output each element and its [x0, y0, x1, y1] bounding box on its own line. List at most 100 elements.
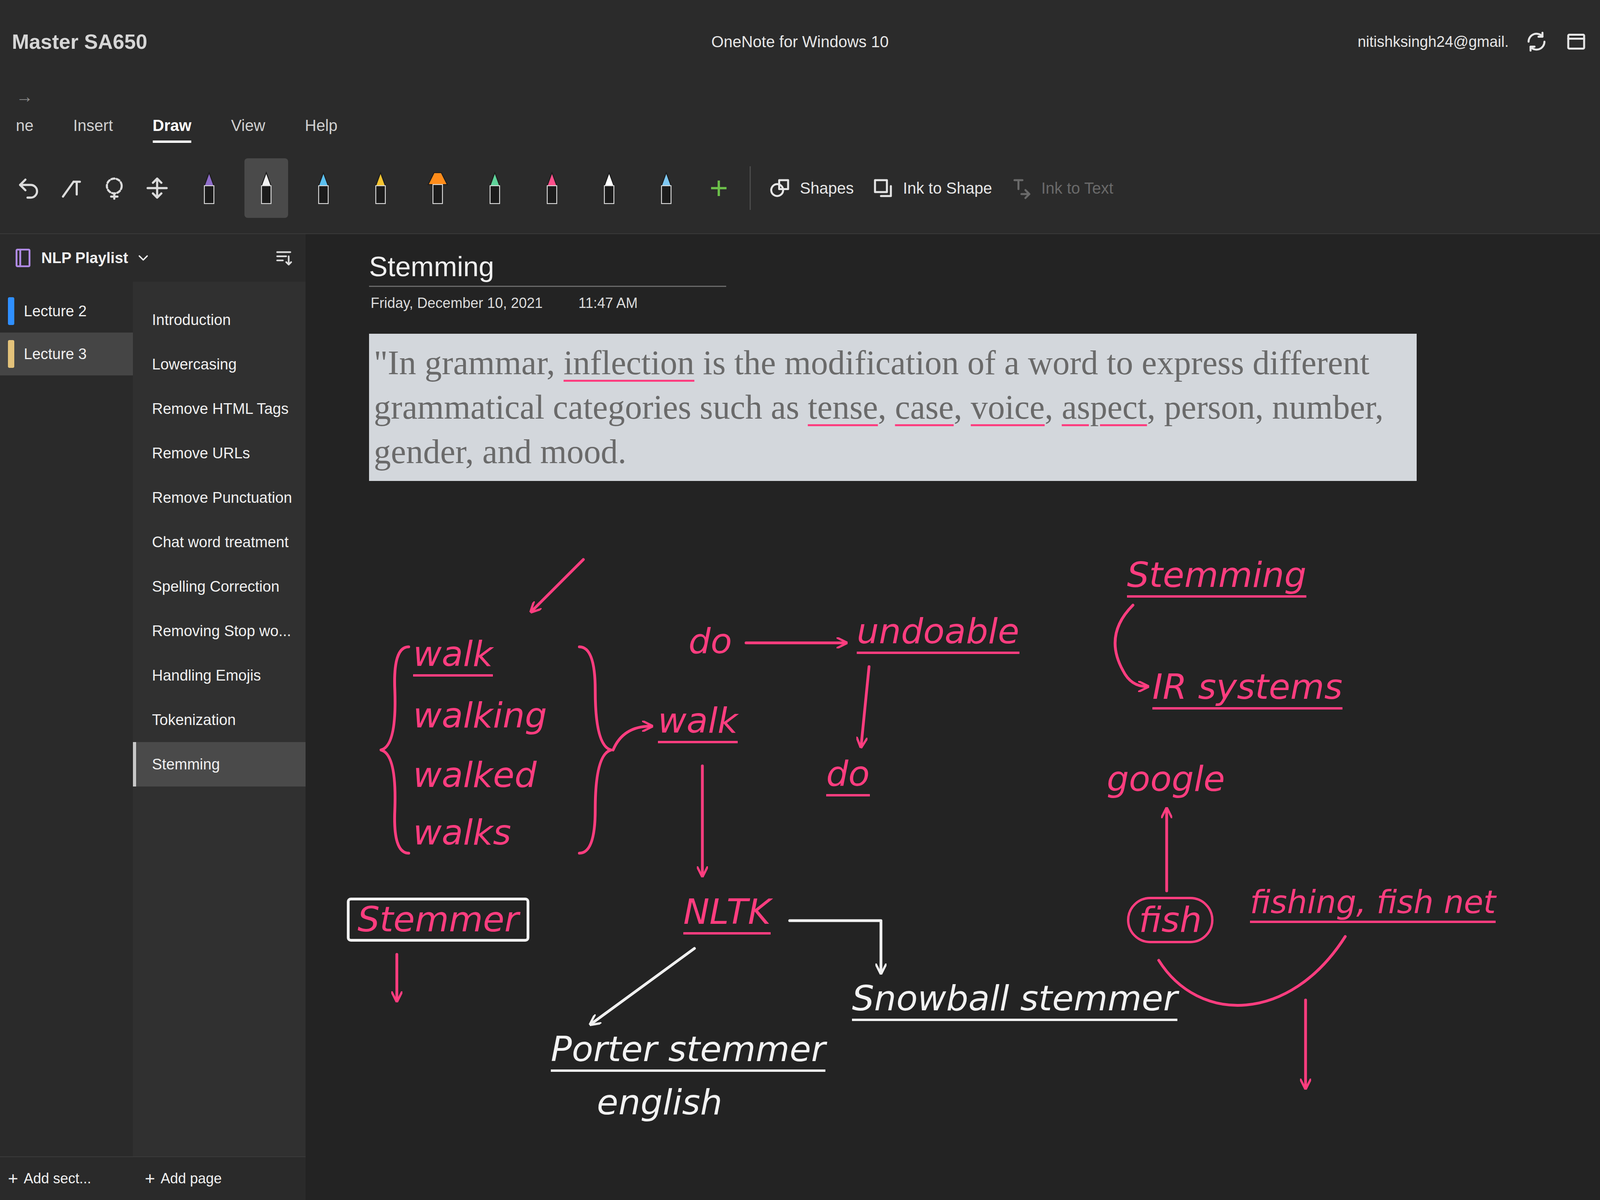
ink-word[interactable]: Stemmer [346, 897, 530, 942]
section-item[interactable]: Lecture 3 [0, 332, 133, 376]
ink-word[interactable]: Stemming [1126, 555, 1307, 598]
notebook-picker[interactable]: NLP Playlist [0, 234, 306, 282]
quote-segment: tense [807, 388, 879, 427]
ink-text: walked [413, 754, 537, 796]
section-color-tab [7, 297, 15, 325]
quote-segment: , [877, 388, 895, 427]
nav-footer: +Add sect...+Add page [0, 1156, 306, 1200]
add-page-label: Add page [160, 1167, 222, 1190]
type-select-icon[interactable] [58, 175, 85, 201]
ink-word[interactable]: english [596, 1083, 723, 1122]
page-item[interactable]: Remove Punctuation [132, 475, 306, 520]
ink-word[interactable]: fishing, fish net [1250, 884, 1496, 924]
ink-word[interactable]: walk [657, 701, 738, 744]
chevron-down-icon[interactable] [135, 250, 152, 266]
toolbar-button[interactable]: Ink to Shape [871, 176, 993, 200]
navigation-pane: NLP Playlist Lecture 2 Lecture 3 Introducti… [0, 234, 306, 1200]
page-item[interactable]: Lowercasing [132, 342, 306, 387]
page-canvas[interactable]: StemmingFriday, December 10, 202111:47 A… [305, 234, 1600, 1200]
ribbon-tab[interactable]: Insert [73, 113, 114, 143]
fullscreen-icon[interactable] [1564, 29, 1589, 54]
pen-button[interactable] [187, 158, 231, 218]
add-page-button[interactable]: +Add page [132, 1165, 234, 1192]
ink-text: Porter stemmer [550, 1028, 826, 1070]
page-content: StemmingFriday, December 10, 202111:47 A… [305, 234, 1600, 481]
account-email[interactable]: nitishksingh24@gmail. [1357, 30, 1509, 54]
ink-word[interactable]: do [826, 754, 870, 797]
page-label: Removing Stop wo... [151, 619, 292, 643]
quote-segment: voice [970, 388, 1045, 427]
pen-button[interactable] [587, 158, 631, 218]
ribbon-tab[interactable]: Draw [152, 113, 192, 143]
page-item[interactable]: Spelling Correction [132, 564, 306, 609]
page-item[interactable]: Handling Emojis [132, 653, 306, 698]
toolbar-button[interactable]: Shapes [768, 176, 854, 200]
pen-button[interactable] [530, 158, 574, 218]
add-section-button[interactable]: +Add sect... [0, 1165, 133, 1192]
page-title[interactable]: Stemming [369, 250, 727, 284]
add-space-icon[interactable] [144, 175, 170, 201]
section-label: Lecture 3 [23, 342, 87, 366]
ink-word[interactable]: walk [413, 634, 493, 677]
ink-text: NLTK [683, 891, 771, 933]
pen-icon [482, 168, 507, 208]
pen-icon [540, 168, 564, 208]
ribbon-tab[interactable]: Help [304, 113, 338, 143]
notebook-name[interactable]: NLP Playlist [41, 246, 129, 270]
toolbar-button-label: Ink to Shape [902, 176, 993, 200]
ink-word[interactable]: undoable [856, 612, 1020, 654]
pen-button[interactable] [473, 158, 517, 218]
add-pen-button[interactable]: + [705, 172, 733, 204]
plus-icon: + [144, 1165, 156, 1192]
page-item[interactable]: Tokenization [132, 697, 306, 743]
page-item[interactable]: Remove URLs [132, 430, 306, 476]
notebook-icon [11, 246, 35, 270]
ribbon-tab[interactable]: ne [15, 113, 34, 143]
main-area: NLP Playlist Lecture 2 Lecture 3 Introducti… [0, 234, 1600, 1200]
section-color-tab [7, 340, 15, 368]
page-item[interactable]: Introduction [132, 297, 306, 343]
pen-button[interactable] [644, 158, 689, 218]
ink-word[interactable]: fish [1126, 896, 1214, 944]
page-label: Chat word treatment [151, 530, 289, 554]
page-item[interactable]: Stemming [132, 742, 306, 787]
ink-word[interactable]: NLTK [683, 892, 771, 935]
page-time: 11:47 AM [578, 292, 638, 314]
sync-icon[interactable] [1524, 29, 1549, 54]
highlighter-icon [425, 168, 450, 208]
undo-icon[interactable] [15, 175, 42, 201]
ink-word[interactable]: do [688, 622, 733, 661]
ink-text: fish [1138, 899, 1202, 941]
pen-button[interactable] [415, 158, 460, 218]
ink-word[interactable]: walking [413, 696, 547, 735]
account-area: nitishksingh24@gmail. [1062, 29, 1589, 54]
pen-button[interactable] [244, 158, 289, 218]
quote-block[interactable]: "In grammar, inflection is the modificat… [369, 333, 1417, 481]
ink-word[interactable]: walks [413, 813, 512, 852]
forward-arrow[interactable]: → [15, 83, 1585, 110]
ink-word[interactable]: walked [413, 755, 537, 795]
page-header: Stemming [369, 250, 727, 287]
ink-word[interactable]: Snowball stemmer [851, 979, 1178, 1022]
tab-row: ne Insert Draw View Help [15, 113, 1585, 143]
pen-icon [197, 168, 222, 208]
page-item[interactable]: Chat word treatment [132, 519, 306, 565]
pen-icon [311, 168, 336, 208]
section-item[interactable]: Lecture 2 [0, 289, 133, 333]
ribbon-tab[interactable]: View [230, 113, 266, 143]
ink-text: fishing, fish net [1250, 883, 1496, 921]
lasso-icon[interactable] [101, 175, 127, 201]
ink-word[interactable]: IR systems [1152, 667, 1343, 710]
page-label: Lowercasing [151, 353, 237, 376]
pen-tray [187, 158, 689, 218]
pen-button[interactable] [301, 158, 346, 218]
ink-word[interactable]: Porter stemmer [550, 1030, 826, 1072]
pen-button[interactable] [358, 158, 403, 218]
page-item[interactable]: Remove HTML Tags [132, 386, 306, 431]
add-section-label: Add sect... [23, 1167, 92, 1190]
ink-word[interactable]: google [1106, 759, 1225, 799]
toolbar-button-label: Ink to Text [1041, 176, 1114, 200]
page-item[interactable]: Removing Stop wo... [132, 608, 306, 654]
sort-icon[interactable] [273, 248, 294, 268]
page-label: Remove Punctuation [151, 486, 293, 510]
